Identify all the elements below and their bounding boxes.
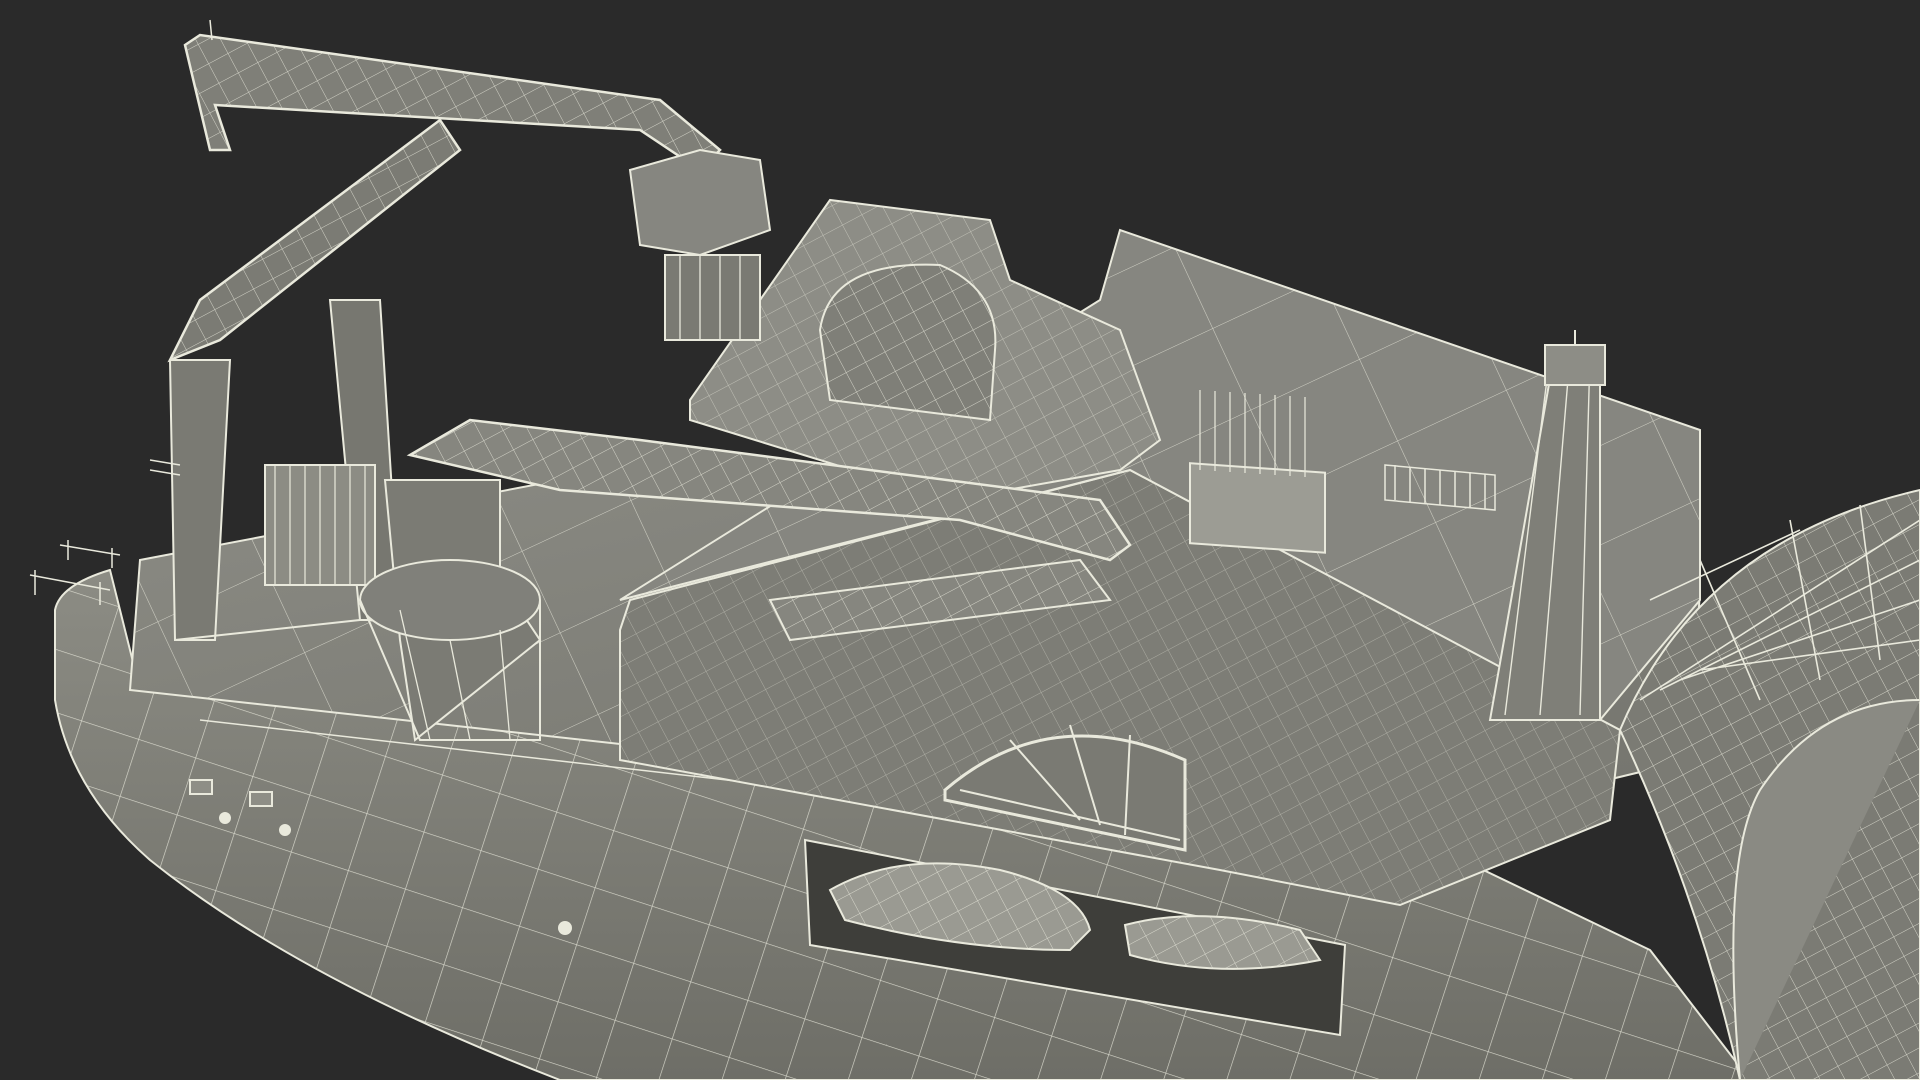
porthole	[219, 812, 231, 824]
ship-render	[29, 19, 1920, 1080]
porthole	[189, 779, 213, 795]
porthole	[249, 791, 273, 807]
render-viewport	[0, 0, 1920, 1080]
anchor-point	[558, 921, 572, 935]
porthole	[279, 824, 291, 836]
